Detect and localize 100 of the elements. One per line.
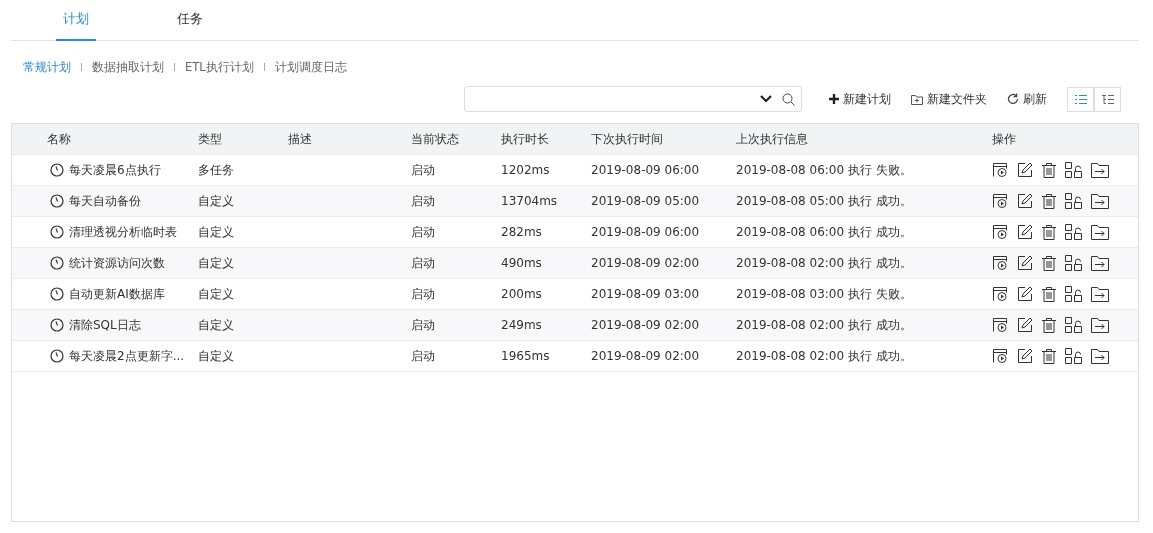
table-cell-text: 启动 (411, 316, 436, 334)
table-cell-text: 2019-08-08 02:00 执行 成功。 (736, 254, 913, 272)
table-cell-text: 2019-08-09 02:00 (591, 256, 701, 270)
delete-icon[interactable] (1042, 317, 1056, 333)
table-cell-text: 2019-08-08 02:00 执行 成功。 (736, 347, 913, 365)
unlock-icon[interactable] (1065, 224, 1082, 240)
table-cell: 每天凌晨6点执行 (69, 161, 161, 179)
move-to-folder-icon[interactable] (1091, 317, 1109, 333)
table-cell: 每天凌晨2点更新字... (69, 347, 185, 365)
clock-icon (50, 163, 64, 177)
search-field[interactable] (464, 86, 802, 112)
table-cell-text: 2019-08-09 03:00 (591, 287, 701, 301)
view-toggle-button[interactable] (1067, 86, 1094, 112)
run-icon[interactable] (992, 317, 1008, 333)
tab[interactable]: 任务 (170, 0, 210, 41)
unlock-icon[interactable] (1065, 348, 1082, 364)
run-icon[interactable] (992, 255, 1008, 271)
delete-icon[interactable] (1042, 193, 1056, 209)
table-cell: 清理透视分析临时表 (69, 223, 177, 241)
delete-icon[interactable] (1042, 224, 1056, 240)
search-icon[interactable] (782, 92, 795, 106)
table-cell-text: 1965ms (501, 349, 551, 363)
unlock-icon[interactable] (1065, 317, 1082, 333)
chevron-down-icon[interactable] (760, 95, 772, 103)
table-cell-text: 启动 (411, 161, 436, 179)
edit-icon[interactable] (1017, 162, 1033, 178)
delete-icon[interactable] (1042, 286, 1056, 302)
run-icon[interactable] (992, 348, 1008, 364)
column-header: 当前状态 (411, 130, 460, 148)
refresh-icon (1007, 93, 1019, 105)
column-header: 操作 (992, 130, 1016, 148)
edit-icon[interactable] (1017, 193, 1033, 209)
unlock-icon[interactable] (1065, 193, 1082, 209)
table-cell-text: 启动 (411, 192, 436, 210)
list-icon (1074, 93, 1087, 105)
table-cell-text: 2019-08-09 06:00 (591, 163, 701, 177)
table-cell-text: 自定义 (198, 347, 235, 365)
column-header: 上次执行信息 (736, 130, 809, 148)
delete-icon[interactable] (1042, 255, 1056, 271)
clock-icon (50, 256, 64, 270)
subtab[interactable]: 数据抽取计划 (92, 59, 164, 75)
table-cell-text: 2019-08-08 02:00 执行 成功。 (736, 316, 913, 334)
table-cell: 每天自动备份 (69, 192, 141, 210)
clock-icon (50, 318, 64, 332)
table-cell-text: 2019-08-08 06:00 执行 成功。 (736, 223, 913, 241)
move-to-folder-icon[interactable] (1091, 286, 1109, 302)
move-to-folder-icon[interactable] (1091, 162, 1109, 178)
view-toggle-button[interactable] (1094, 86, 1121, 112)
move-to-folder-icon[interactable] (1091, 255, 1109, 271)
table-cell-text: 1202ms (501, 163, 551, 177)
column-header: 类型 (198, 130, 223, 148)
subtab[interactable]: ETL执行计划 (185, 59, 254, 75)
unlock-icon[interactable] (1065, 255, 1082, 271)
unlock-icon[interactable] (1065, 162, 1082, 178)
unlock-icon[interactable] (1065, 286, 1082, 302)
edit-icon[interactable] (1017, 255, 1033, 271)
column-header: 名称 (46, 130, 72, 148)
clock-icon (50, 194, 64, 208)
toolbar-button[interactable]: 新建计划 (829, 90, 891, 108)
column-header: 执行时长 (501, 130, 550, 148)
edit-icon[interactable] (1017, 224, 1033, 240)
table-cell-text: 200ms (501, 287, 543, 301)
tab[interactable]: 计划 (56, 0, 96, 41)
table-cell-text: 2019-08-08 06:00 执行 失败。 (736, 161, 913, 179)
tree-icon (1101, 93, 1114, 105)
run-icon[interactable] (992, 286, 1008, 302)
column-header: 描述 (288, 130, 313, 148)
table-cell-text: 自定义 (198, 285, 235, 303)
toolbar-button[interactable]: 刷新 (1007, 90, 1047, 108)
run-icon[interactable] (992, 162, 1008, 178)
edit-icon[interactable] (1017, 348, 1033, 364)
run-icon[interactable] (992, 224, 1008, 240)
table-cell-text: 启动 (411, 223, 436, 241)
move-to-folder-icon[interactable] (1091, 193, 1109, 209)
delete-icon[interactable] (1042, 348, 1056, 364)
table-cell-text: 2019-08-09 06:00 (591, 225, 701, 239)
table-cell: 清除SQL日志 (69, 316, 141, 334)
table-cell-text: 2019-08-09 02:00 (591, 349, 701, 363)
table-cell-text: 2019-08-08 05:00 执行 成功。 (736, 192, 913, 210)
clock-icon (50, 349, 64, 363)
table-cell-text: 自定义 (198, 223, 235, 241)
folder-icon (911, 93, 923, 105)
table-cell: 自动更新AI数据库 (69, 285, 165, 303)
subtab[interactable]: 计划调度日志 (274, 59, 347, 75)
table-cell-text: 自定义 (198, 254, 235, 272)
edit-icon[interactable] (1017, 317, 1033, 333)
subtab[interactable]: 常规计划 (23, 59, 71, 75)
move-to-folder-icon[interactable] (1091, 224, 1109, 240)
run-icon[interactable] (992, 193, 1008, 209)
table-cell-text: 启动 (411, 347, 436, 365)
table-cell-text: 自定义 (198, 316, 235, 334)
table-cell-text: 自定义 (198, 192, 235, 210)
edit-icon[interactable] (1017, 286, 1033, 302)
table-cell-text: 490ms (501, 256, 543, 270)
table-cell-text: 多任务 (198, 161, 235, 179)
clock-icon (50, 225, 64, 239)
toolbar-button[interactable]: 新建文件夹 (911, 90, 987, 108)
move-to-folder-icon[interactable] (1091, 348, 1109, 364)
delete-icon[interactable] (1042, 162, 1056, 178)
table-cell-text: 249ms (501, 318, 543, 332)
